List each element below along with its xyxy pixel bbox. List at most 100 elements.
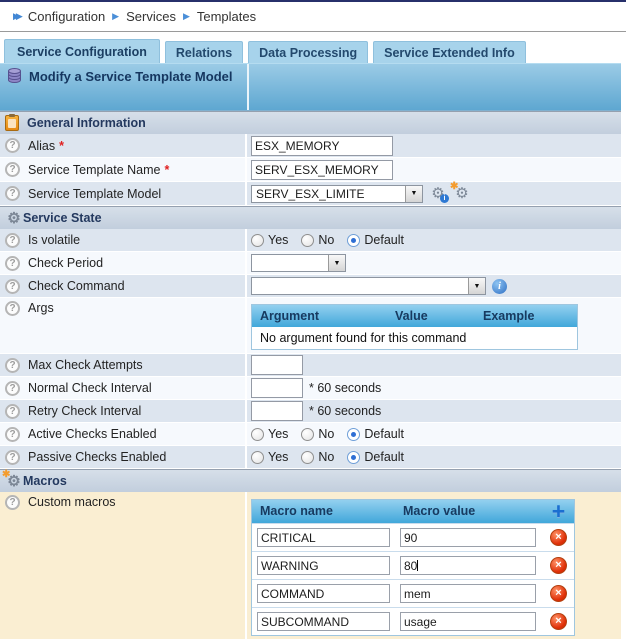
normal-check-interval-input[interactable] <box>251 378 303 398</box>
help-icon[interactable]: ? <box>5 450 20 465</box>
row-custom-macros: ?Custom macros Macro name Macro value + … <box>0 492 621 640</box>
help-icon[interactable]: ? <box>5 233 20 248</box>
breadcrumb-arrow-icon: ▶ <box>183 11 190 22</box>
dropdown-arrow-icon: ▼ <box>468 278 485 294</box>
passive-checks-radio-default[interactable]: Default <box>347 450 404 464</box>
add-macro-button[interactable]: + <box>552 500 565 523</box>
row-retry-check-interval: ?Retry Check Interval * 60 seconds <box>0 400 621 423</box>
form-header: Modify a Service Template Model <box>0 63 621 111</box>
view-template-gear-info-icon[interactable]: ⚙i <box>429 185 447 202</box>
breadcrumb-item-services[interactable]: Services <box>126 9 176 24</box>
passive-checks-radio-yes[interactable]: Yes <box>251 450 288 464</box>
retry-check-interval-label: Retry Check Interval <box>28 404 141 418</box>
macro-name-input[interactable]: SUBCOMMAND <box>257 612 390 631</box>
text-cursor <box>417 560 418 571</box>
row-service-template-model: ?Service Template Model SERV_ESX_LIMITE▼… <box>0 182 621 206</box>
macros-table-header: Macro name Macro value + <box>252 500 574 523</box>
gear-icon: ⚙ <box>5 210 23 227</box>
delete-macro-button[interactable]: × <box>550 529 567 546</box>
active-checks-label: Active Checks Enabled <box>28 427 157 441</box>
service-template-model-select[interactable]: SERV_ESX_LIMITE▼ <box>251 185 423 203</box>
is-volatile-radio-no[interactable]: No <box>301 233 334 247</box>
args-header-value: Value <box>387 305 475 327</box>
row-active-checks-enabled: ? Active Checks Enabled Yes No Default <box>0 423 621 446</box>
check-period-label: Check Period <box>28 256 103 270</box>
macro-value-input[interactable]: usage <box>400 612 536 631</box>
macro-value-input[interactable]: 90 <box>400 528 536 547</box>
help-icon[interactable]: ? <box>5 279 20 294</box>
select-value: SERV_ESX_LIMITE <box>252 186 405 202</box>
active-checks-radio-no[interactable]: No <box>301 427 334 441</box>
help-icon[interactable]: ? <box>5 427 20 442</box>
help-icon[interactable]: ? <box>5 256 20 271</box>
passive-checks-radio-no[interactable]: No <box>301 450 334 464</box>
args-header-argument: Argument <box>252 305 387 327</box>
header-divider <box>247 64 249 110</box>
args-table-header: Argument Value Example <box>252 305 577 327</box>
row-service-template-name: ?Service Template Name* <box>0 158 621 182</box>
row-check-command: ? Check Command ▼ i <box>0 275 621 298</box>
delete-macro-button[interactable]: × <box>550 585 567 602</box>
macro-name-input[interactable]: WARNING <box>257 556 390 575</box>
help-icon[interactable]: ? <box>5 404 20 419</box>
gear-star-icon: ⚙✱ <box>5 473 23 490</box>
tab-service-extended-info[interactable]: Service Extended Info <box>373 41 526 63</box>
help-icon[interactable]: ? <box>5 186 20 201</box>
max-check-attempts-label: Max Check Attempts <box>28 358 143 372</box>
args-empty-message: No argument found for this command <box>252 327 577 349</box>
dropdown-arrow-icon: ▼ <box>328 255 345 271</box>
is-volatile-radio-yes[interactable]: Yes <box>251 233 288 247</box>
form-title: Modify a Service Template Model <box>2 68 240 89</box>
args-label: Args <box>28 301 54 315</box>
retry-check-interval-input[interactable] <box>251 401 303 421</box>
create-template-gear-star-icon[interactable]: ⚙✱ <box>453 185 471 202</box>
macro-value-input[interactable]: 80 <box>400 556 536 575</box>
check-command-select[interactable]: ▼ <box>251 277 486 295</box>
clipboard-icon <box>5 115 19 131</box>
section-macros: ⚙✱ Macros <box>0 469 621 492</box>
max-check-attempts-input[interactable] <box>251 355 303 375</box>
tab-bar: Service Configuration Relations Data Pro… <box>4 38 626 63</box>
breadcrumb-arrow-icon: ▶ <box>112 11 119 22</box>
is-volatile-radio-default[interactable]: Default <box>347 233 404 247</box>
database-icon <box>8 68 21 89</box>
macro-row-critical: CRITICAL 90 × <box>252 523 574 551</box>
active-checks-radio-yes[interactable]: Yes <box>251 427 288 441</box>
help-icon[interactable]: ? <box>5 162 20 177</box>
macro-row-command: COMMAND mem × <box>252 579 574 607</box>
section-service-state: ⚙ Service State <box>0 206 621 229</box>
delete-macro-button[interactable]: × <box>550 557 567 574</box>
tab-relations[interactable]: Relations <box>165 41 243 63</box>
help-icon[interactable]: ? <box>5 301 20 316</box>
is-volatile-label: Is volatile <box>28 233 80 247</box>
info-icon[interactable]: i <box>492 279 507 294</box>
row-normal-check-interval: ?Normal Check Interval * 60 seconds <box>0 377 621 400</box>
check-command-label: Check Command <box>28 279 125 293</box>
breadcrumb-item-templates[interactable]: Templates <box>197 9 256 24</box>
breadcrumb-item-configuration[interactable]: Configuration <box>28 9 105 24</box>
macro-value-input[interactable]: mem <box>400 584 536 603</box>
help-icon[interactable]: ? <box>5 138 20 153</box>
row-check-period: ? Check Period ▼ <box>0 252 621 275</box>
service-template-name-input[interactable] <box>251 160 393 180</box>
tab-service-configuration[interactable]: Service Configuration <box>4 39 160 63</box>
breadcrumb-double-arrow-icon: ▶▶ <box>13 11 19 22</box>
args-table: Argument Value Example No argument found… <box>251 304 578 350</box>
help-icon[interactable]: ? <box>5 381 20 396</box>
check-period-select[interactable]: ▼ <box>251 254 346 272</box>
service-template-name-label: Service Template Name <box>28 163 160 177</box>
macro-value-header: Macro value <box>395 500 543 523</box>
macro-name-input[interactable]: COMMAND <box>257 584 390 603</box>
alias-input[interactable] <box>251 136 393 156</box>
macro-name-input[interactable]: CRITICAL <box>257 528 390 547</box>
macro-name-header: Macro name <box>252 500 395 523</box>
help-icon[interactable]: ? <box>5 358 20 373</box>
help-icon[interactable]: ? <box>5 495 20 510</box>
custom-macros-label: Custom macros <box>28 495 116 509</box>
row-max-check-attempts: ? Max Check Attempts <box>0 354 621 377</box>
section-general-information: General Information <box>0 111 621 134</box>
passive-checks-label: Passive Checks Enabled <box>28 450 166 464</box>
active-checks-radio-default[interactable]: Default <box>347 427 404 441</box>
tab-data-processing[interactable]: Data Processing <box>248 41 368 63</box>
delete-macro-button[interactable]: × <box>550 613 567 630</box>
